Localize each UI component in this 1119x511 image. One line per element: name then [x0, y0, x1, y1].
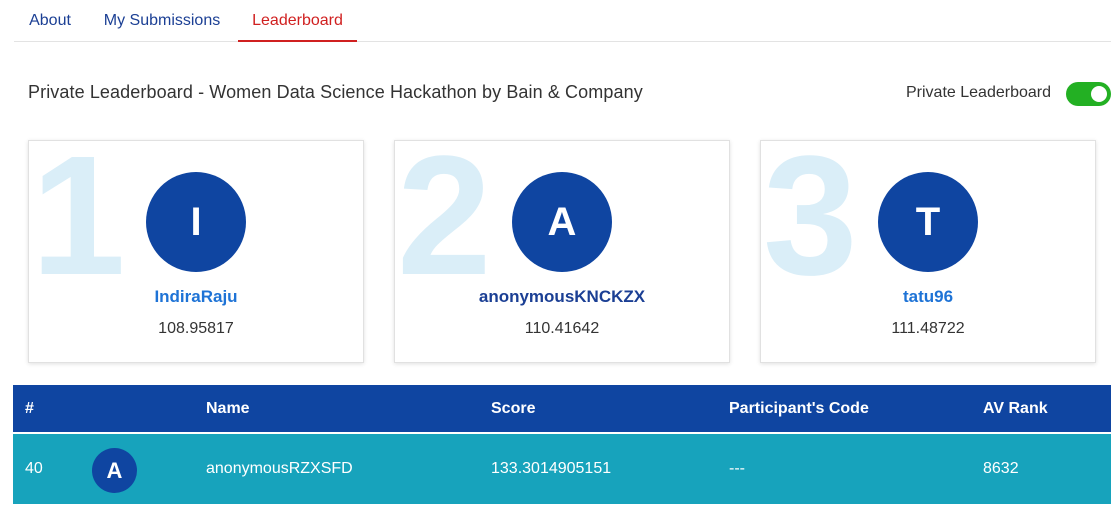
- leaderboard-table-header: # Name Score Participant's Code AV Rank: [13, 385, 1111, 432]
- avatar: A: [512, 172, 612, 272]
- row-participant-code: ---: [729, 460, 745, 477]
- toggle-knob: [1091, 86, 1107, 102]
- avatar: A: [92, 448, 137, 493]
- row-av-rank: 8632: [983, 460, 1019, 477]
- podium-card-3: 3 T tatu96 111.48722: [760, 140, 1096, 363]
- table-row[interactable]: 40 A anonymousRZXSFD 133.3014905151 --- …: [13, 434, 1111, 504]
- page-title: Private Leaderboard - Women Data Science…: [28, 82, 643, 102]
- tab-about[interactable]: About: [28, 0, 72, 42]
- participant-score: 110.41642: [524, 320, 600, 337]
- tab-bar: About My Submissions Leaderboard: [14, 0, 1111, 42]
- private-leaderboard-label: Private Leaderboard: [906, 84, 1051, 101]
- rank-number: 3: [763, 140, 858, 311]
- tab-leaderboard[interactable]: Leaderboard: [238, 0, 357, 42]
- participant-name-link[interactable]: tatu96: [761, 287, 1095, 307]
- avatar: T: [878, 172, 978, 272]
- row-score: 133.3014905151: [491, 460, 612, 477]
- rank-number: 1: [31, 140, 126, 311]
- header-participant-code: Participant's Code: [729, 400, 869, 417]
- rank-number: 2: [397, 140, 492, 311]
- header-rank: #: [25, 400, 34, 417]
- podium-card-1: 1 I IndiraRaju 108.95817: [28, 140, 364, 363]
- row-name: anonymousRZXSFD: [206, 460, 353, 477]
- podium-card-2: 2 A anonymousKNCKZX 110.41642: [394, 140, 730, 363]
- participant-score: 111.48722: [891, 320, 965, 337]
- participant-name-link[interactable]: anonymousKNCKZX: [395, 287, 729, 307]
- row-rank: 40: [25, 460, 43, 477]
- header-name: Name: [206, 400, 250, 417]
- avatar: I: [146, 172, 246, 272]
- tab-my-submissions[interactable]: My Submissions: [103, 0, 221, 42]
- participant-name-link[interactable]: IndiraRaju: [29, 287, 363, 307]
- private-leaderboard-toggle[interactable]: [1066, 82, 1111, 106]
- header-score: Score: [491, 400, 536, 417]
- header-av-rank: AV Rank: [983, 400, 1048, 417]
- participant-score: 108.95817: [158, 320, 234, 337]
